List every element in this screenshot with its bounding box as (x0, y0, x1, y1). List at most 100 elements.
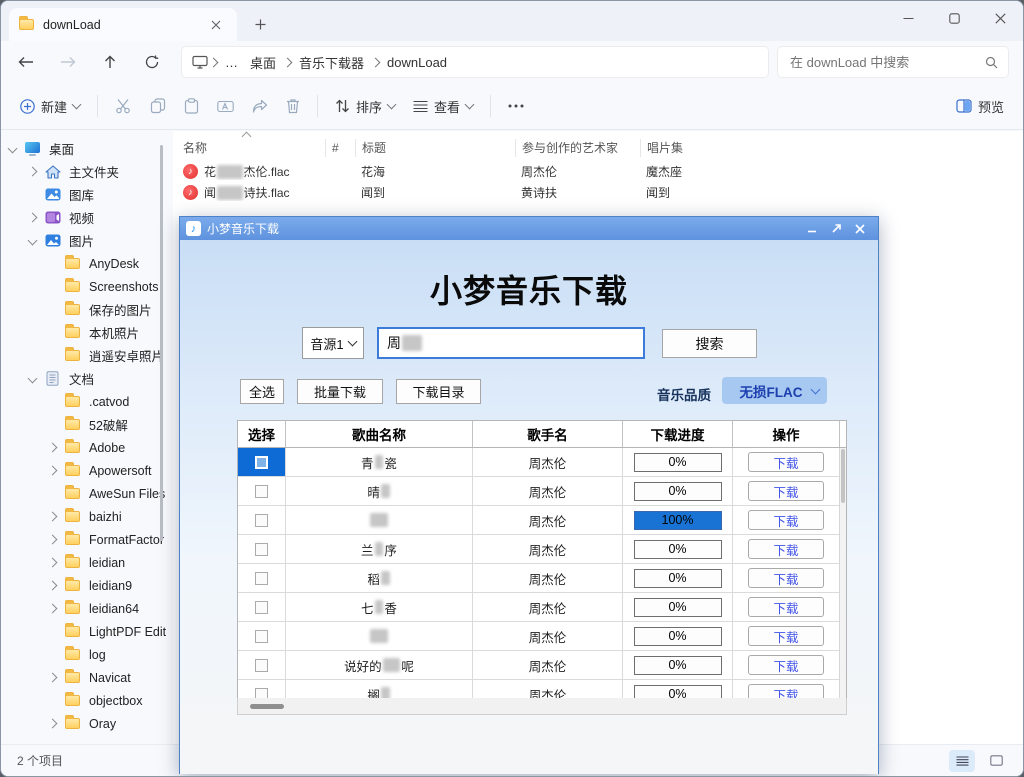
sidebar-item-anydesk[interactable]: AnyDesk (1, 252, 173, 275)
preview-button[interactable]: 预览 (947, 91, 1013, 122)
search-icon[interactable] (985, 56, 998, 69)
sidebar-item-log[interactable]: log (1, 643, 173, 666)
checkbox[interactable] (255, 659, 268, 672)
batch-download-button[interactable]: 批量下载 (297, 379, 383, 404)
chevron-right-icon[interactable] (48, 719, 58, 729)
checkbox[interactable] (255, 601, 268, 614)
maximize-icon[interactable] (931, 1, 977, 35)
chevron-right-icon[interactable] (48, 466, 58, 476)
copy-icon[interactable] (141, 92, 175, 120)
column-header-artists[interactable]: 参与创作的艺术家 (515, 139, 640, 157)
share-icon[interactable] (243, 93, 277, 120)
refresh-icon[interactable] (135, 47, 169, 77)
sidebar-item-leidian64[interactable]: leidian64 (1, 597, 173, 620)
sidebar-item-.catvod[interactable]: .catvod (1, 390, 173, 413)
search-button[interactable]: 搜索 (662, 329, 757, 358)
chevron-right-icon[interactable] (28, 167, 38, 177)
details-view-icon[interactable] (949, 750, 975, 772)
select-cell[interactable] (238, 506, 286, 534)
breadcrumb-item-downloader[interactable]: 音乐下载器 (293, 53, 370, 72)
breadcrumb-ellipsis[interactable]: … (219, 55, 244, 70)
forward-icon[interactable] (51, 47, 85, 77)
sidebar-item-逍遥安卓照片[interactable]: 逍遥安卓照片 (1, 344, 173, 367)
song-search-input[interactable]: 周██ (377, 327, 645, 359)
sidebar-item-文档[interactable]: 文档 (1, 367, 173, 390)
delete-icon[interactable] (277, 92, 309, 120)
chevron-right-icon[interactable] (48, 443, 58, 453)
checkbox[interactable] (255, 514, 268, 527)
new-tab-button[interactable] (249, 13, 271, 35)
sidebar-item-screenshots[interactable]: Screenshots (1, 275, 173, 298)
select-cell[interactable] (238, 651, 286, 679)
select-cell[interactable] (238, 564, 286, 592)
chevron-right-icon[interactable] (48, 512, 58, 522)
column-header-title[interactable]: 标题 (355, 139, 515, 157)
large-icons-view-icon[interactable] (983, 750, 1009, 772)
chevron-right-icon[interactable] (48, 535, 58, 545)
sidebar-item-objectbox[interactable]: objectbox (1, 689, 173, 712)
sidebar-item-baizhi[interactable]: baizhi (1, 505, 173, 528)
checkbox[interactable] (255, 485, 268, 498)
sidebar-item-leidian[interactable]: leidian (1, 551, 173, 574)
chevron-right-icon[interactable] (48, 604, 58, 614)
sidebar-item-本机照片[interactable]: 本机照片 (1, 321, 173, 344)
chevron-right-icon[interactable] (48, 581, 58, 591)
sidebar-item-leidian9[interactable]: leidian9 (1, 574, 173, 597)
view-button[interactable]: 查看 (404, 91, 482, 122)
rename-icon[interactable] (208, 93, 243, 120)
app-minimize-icon[interactable] (800, 220, 824, 238)
checkbox[interactable] (255, 572, 268, 585)
checkbox[interactable] (255, 456, 268, 469)
chevron-right-icon[interactable] (48, 673, 58, 683)
column-header-album[interactable]: 唱片集 (640, 139, 775, 157)
sidebar-item-视频[interactable]: 视频 (1, 206, 173, 229)
back-icon[interactable] (9, 47, 43, 77)
sort-button[interactable]: 排序 (326, 91, 404, 122)
chevron-down-icon[interactable] (8, 144, 18, 154)
download-button[interactable]: 下载 (748, 539, 824, 559)
app-title-bar[interactable]: ♪ 小梦音乐下载 (180, 217, 878, 240)
checkbox[interactable] (255, 543, 268, 556)
download-button[interactable]: 下载 (748, 626, 824, 646)
file-row[interactable]: ♪闻███诗扶.flac闻到黄诗扶闻到 (177, 182, 1023, 203)
minimize-icon[interactable] (885, 1, 931, 35)
table-horizontal-scrollbar[interactable] (237, 698, 847, 715)
app-close-icon[interactable] (848, 220, 872, 238)
search-input[interactable] (788, 54, 985, 71)
sidebar-item-lightpdf-edit[interactable]: LightPDF Edit (1, 620, 173, 643)
chevron-down-icon[interactable] (28, 374, 38, 384)
sidebar-item-52破解[interactable]: 52破解 (1, 413, 173, 436)
up-icon[interactable] (93, 47, 127, 77)
download-button[interactable]: 下载 (748, 597, 824, 617)
sidebar-item-apowersoft[interactable]: Apowersoft (1, 459, 173, 482)
breadcrumb-item-desktop[interactable]: 桌面 (244, 53, 282, 72)
sidebar-item-awesun-files[interactable]: AweSun Files (1, 482, 173, 505)
app-maximize-icon[interactable] (824, 220, 848, 238)
sidebar-item-桌面[interactable]: 桌面 (1, 137, 173, 160)
download-button[interactable]: 下载 (748, 481, 824, 501)
more-icon[interactable] (499, 98, 533, 114)
close-icon[interactable] (977, 1, 1023, 35)
select-cell[interactable] (238, 477, 286, 505)
download-directory-button[interactable]: 下载目录 (396, 379, 481, 404)
download-button[interactable]: 下载 (748, 452, 824, 472)
chevron-right-icon[interactable] (48, 558, 58, 568)
checkbox[interactable] (255, 630, 268, 643)
column-header-name[interactable]: 名称 (177, 139, 325, 157)
breadcrumb-item-download[interactable]: downLoad (381, 55, 453, 70)
search-box[interactable] (777, 46, 1009, 78)
paste-icon[interactable] (175, 92, 208, 120)
chevron-down-icon[interactable] (28, 236, 38, 246)
download-button[interactable]: 下载 (748, 568, 824, 588)
file-row[interactable]: ♪花███杰伦.flac花海周杰伦魔杰座 (177, 161, 1023, 182)
column-header-number[interactable]: # (325, 139, 355, 157)
table-scrollbar[interactable] (839, 448, 846, 707)
sidebar-item-navicat[interactable]: Navicat (1, 666, 173, 689)
quality-select[interactable]: 无损FLAC (722, 377, 827, 404)
sidebar-item-保存的图片[interactable]: 保存的图片 (1, 298, 173, 321)
cut-icon[interactable] (106, 92, 141, 120)
select-all-button[interactable]: 全选 (240, 379, 284, 404)
sidebar-item-图库[interactable]: 图库 (1, 183, 173, 206)
select-cell[interactable] (238, 448, 286, 476)
sidebar-item-oray[interactable]: Oray (1, 712, 173, 735)
